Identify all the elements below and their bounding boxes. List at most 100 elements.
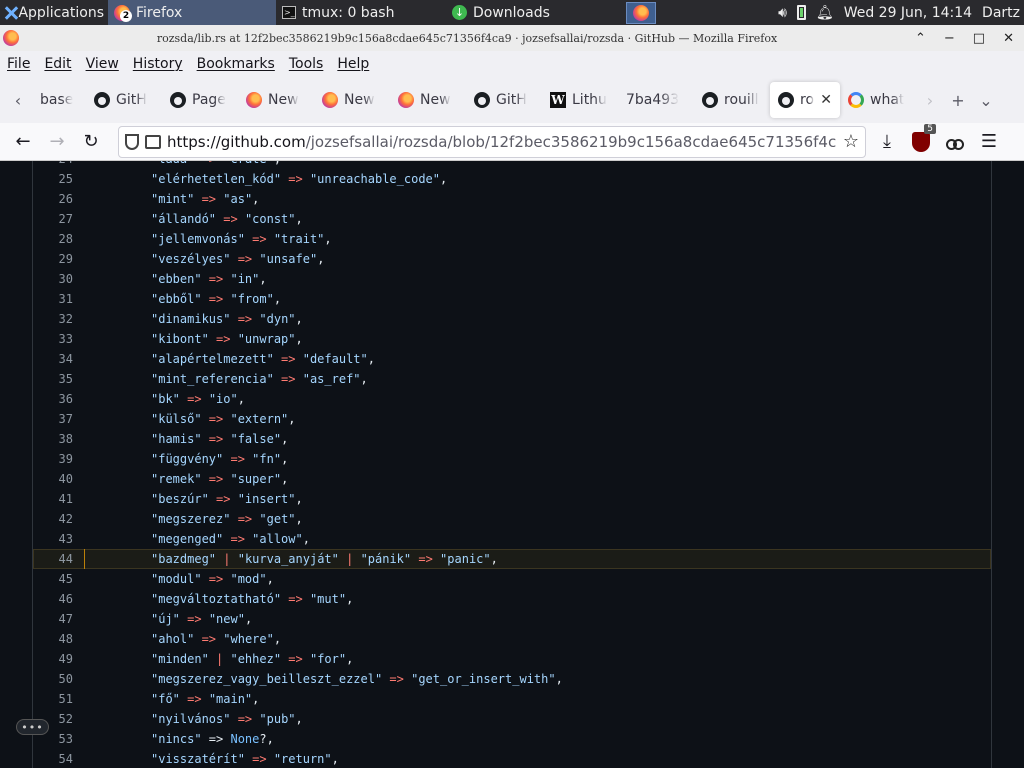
line-number[interactable]: 43	[33, 529, 73, 549]
line-number[interactable]: 30	[33, 269, 73, 289]
pinned-firefox-launcher[interactable]	[626, 1, 656, 24]
line-number[interactable]: 41	[33, 489, 73, 509]
menu-view[interactable]: View	[86, 56, 119, 72]
line-number[interactable]: 40	[33, 469, 73, 489]
code-text: "nyilvános" => "pub",	[151, 712, 303, 726]
code-line: 25 "elérhetetlen_kód" => "unreachable_cod…	[33, 169, 991, 189]
code-text: "láda" => "crate",	[151, 161, 281, 169]
tab-base[interactable]: base	[32, 82, 86, 118]
user-name[interactable]: Dartz	[982, 5, 1020, 21]
list-all-tabs-button[interactable]: ⌄	[972, 82, 1000, 118]
line-actions-button[interactable]: •••	[16, 719, 49, 735]
tab-page[interactable]: Page	[162, 82, 238, 118]
maximize-button[interactable]: □	[973, 31, 985, 46]
notification-bell-icon[interactable]: 🔔︎	[816, 5, 834, 21]
reload-button[interactable]: ↻	[74, 126, 108, 158]
line-number[interactable]: 38	[33, 429, 73, 449]
line-number[interactable]: 51	[33, 689, 73, 709]
new-tab-button[interactable]: +	[944, 82, 972, 118]
line-number[interactable]: 44	[33, 549, 73, 569]
line-number[interactable]: 32	[33, 309, 73, 329]
close-button[interactable]: ✕	[1003, 31, 1014, 46]
line-number[interactable]: 33	[33, 329, 73, 349]
tab-new-3[interactable]: New	[390, 82, 466, 118]
code-line: 39 "függvény" => "fn",	[33, 449, 991, 469]
code-line: 53 "nincs" => None?,	[33, 729, 991, 749]
line-number[interactable]: 54	[33, 749, 73, 768]
line-number[interactable]: 28	[33, 229, 73, 249]
tab-rozsda-active[interactable]: roz ✕	[770, 82, 840, 118]
lock-icon[interactable]	[145, 134, 161, 149]
downloads-button[interactable]: ⤓	[870, 126, 904, 158]
tab-label: GitH	[116, 92, 147, 108]
taskbar-item-firefox[interactable]: 2 Firefox	[108, 0, 276, 25]
line-number[interactable]: 45	[33, 569, 73, 589]
google-icon	[848, 92, 864, 108]
code-text: "kibont" => "unwrap",	[151, 332, 303, 346]
code-line: 52 "nyilvános" => "pub",	[33, 709, 991, 729]
tab-google-search[interactable]: what	[840, 82, 916, 118]
tab-lithuania[interactable]: W Lithu	[542, 82, 618, 118]
code-line: 41 "beszúr" => "insert",	[33, 489, 991, 509]
app-menu-button[interactable]: ☰	[972, 126, 1006, 158]
scroll-tabs-right-button[interactable]: ›	[916, 82, 944, 118]
line-number[interactable]: 29	[33, 249, 73, 269]
tab-github-2[interactable]: GitH	[466, 82, 542, 118]
menu-bookmarks[interactable]: Bookmarks	[197, 56, 275, 72]
tab-rouille[interactable]: rouill	[694, 82, 770, 118]
tab-new-1[interactable]: New	[238, 82, 314, 118]
scroll-tabs-left-button[interactable]: ‹	[4, 82, 32, 118]
shade-button[interactable]: ⌃	[915, 31, 926, 46]
private-extension-button[interactable]	[938, 126, 972, 158]
menu-edit[interactable]: Edit	[44, 56, 71, 72]
code-line: 50 "megszerez_vagy_beilleszt_ezzel" => "g…	[33, 669, 991, 689]
volume-icon[interactable]: 🔊︎	[778, 5, 787, 21]
menu-help[interactable]: Help	[337, 56, 369, 72]
minimize-button[interactable]: −	[944, 31, 955, 46]
code-line: 32 "dinamikus" => "dyn",	[33, 309, 991, 329]
tracking-protection-shield-icon[interactable]	[125, 133, 139, 150]
code-text: "külső" => "extern",	[151, 412, 296, 426]
line-number[interactable]: 36	[33, 389, 73, 409]
tab-new-2[interactable]: New	[314, 82, 390, 118]
taskbar-item-tmux[interactable]: >_ tmux: 0 bash	[276, 0, 446, 25]
back-button[interactable]: ←	[6, 126, 40, 158]
line-number[interactable]: 39	[33, 449, 73, 469]
menu-tools[interactable]: Tools	[289, 56, 324, 72]
close-tab-icon[interactable]: ✕	[820, 92, 832, 108]
line-number[interactable]: 35	[33, 369, 73, 389]
tab-commit[interactable]: 7ba493	[618, 82, 694, 118]
applications-menu[interactable]: Applications	[0, 0, 108, 25]
forward-button[interactable]: →	[40, 126, 74, 158]
line-number[interactable]: 24	[33, 161, 73, 169]
url-text[interactable]: https://github.com/jozsefsallai/rozsda/b…	[167, 133, 837, 151]
taskbar-item-downloads[interactable]: ↓ Downloads	[446, 0, 618, 25]
code-line: 37 "külső" => "extern",	[33, 409, 991, 429]
line-number[interactable]: 37	[33, 409, 73, 429]
line-number[interactable]: 50	[33, 669, 73, 689]
menu-history[interactable]: History	[133, 56, 183, 72]
line-number[interactable]: 47	[33, 609, 73, 629]
line-number[interactable]: 25	[33, 169, 73, 189]
line-number[interactable]: 27	[33, 209, 73, 229]
bookmark-star-icon[interactable]: ☆	[843, 131, 859, 152]
line-number[interactable]: 31	[33, 289, 73, 309]
code-text: "új" => "new",	[151, 612, 253, 626]
tab-github-1[interactable]: GitH	[86, 82, 162, 118]
clock[interactable]: Wed 29 Jun, 14:14	[844, 5, 972, 21]
code-text: "ahol" => "where",	[151, 632, 282, 646]
code-line: 35 "mint_referencia" => "as_ref",	[33, 369, 991, 389]
line-number[interactable]: 26	[33, 189, 73, 209]
window-title: rozsda/lib.rs at 12f2bec3586219b9c156a8c…	[156, 31, 778, 45]
ublock-origin-button[interactable]: 5	[904, 123, 938, 158]
line-number[interactable]: 42	[33, 509, 73, 529]
firefox-icon	[246, 92, 262, 108]
menu-file[interactable]: File	[7, 56, 30, 72]
line-number[interactable]: 34	[33, 349, 73, 369]
url-bar[interactable]: https://github.com/jozsefsallai/rozsda/b…	[118, 125, 866, 158]
battery-icon[interactable]	[796, 5, 806, 20]
line-number[interactable]: 49	[33, 649, 73, 669]
tab-label: base	[40, 92, 74, 108]
line-number[interactable]: 46	[33, 589, 73, 609]
line-number[interactable]: 48	[33, 629, 73, 649]
